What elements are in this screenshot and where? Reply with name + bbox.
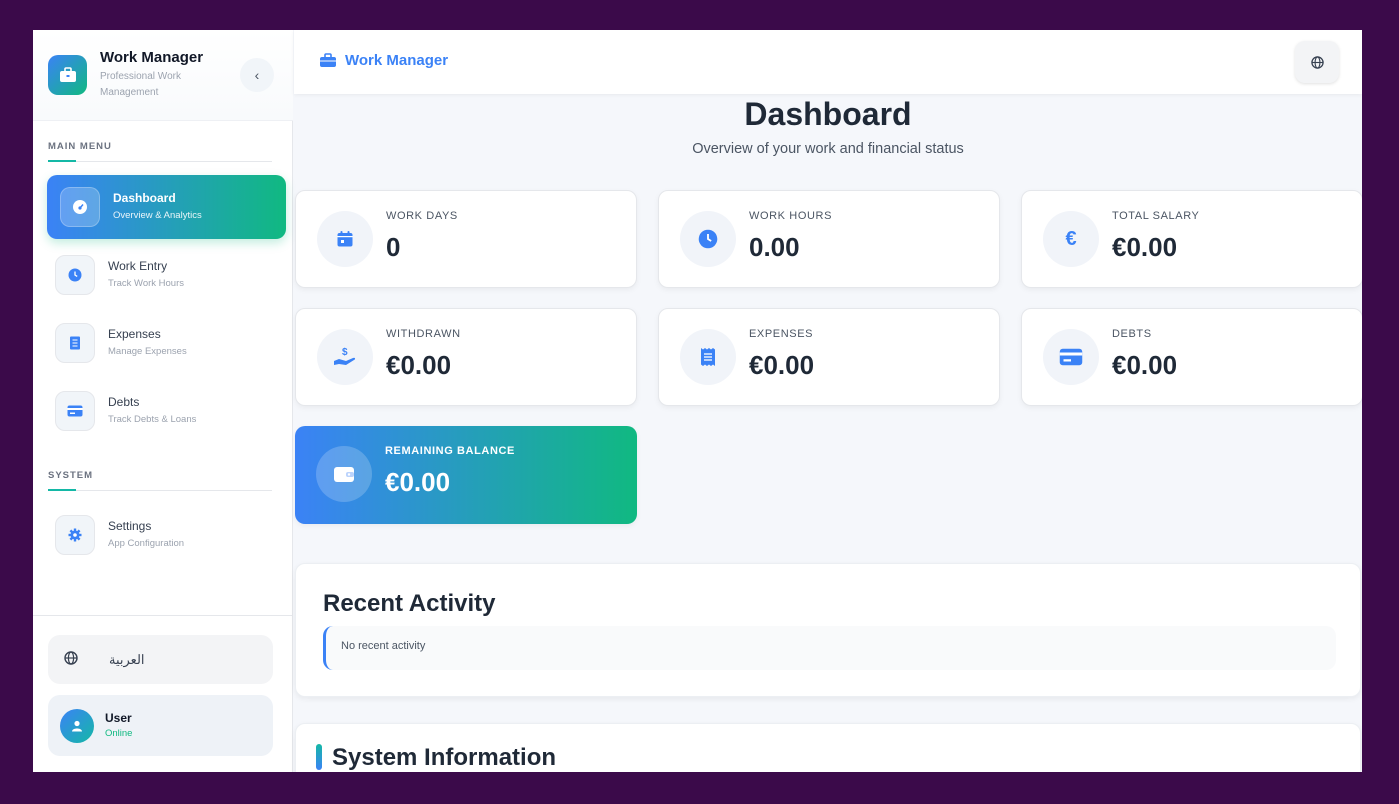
recent-activity-panel: Recent Activity No recent activity <box>295 563 1361 697</box>
stat-label: TOTAL SALARY <box>1112 210 1200 222</box>
language-toggle-button[interactable]: العربية <box>48 635 273 684</box>
credit-card-icon <box>55 391 95 431</box>
briefcase-icon <box>48 55 87 95</box>
system-information-panel: System Information <box>295 723 1361 772</box>
sidebar-item-dashboard[interactable]: Dashboard Overview & Analytics <box>47 175 286 239</box>
stat-value: €0.00 <box>386 350 452 380</box>
system-information-title: System Information <box>332 744 557 771</box>
stat-card-total-salary: € TOTAL SALARY €0.00 <box>1021 190 1362 288</box>
globe-icon <box>1310 55 1324 69</box>
avatar <box>60 709 94 743</box>
clock-icon <box>55 255 95 295</box>
language-label: العربية <box>109 652 145 667</box>
stat-label: REMAINING BALANCE <box>385 445 515 457</box>
sidebar-item-work-entry[interactable]: Work Entry Track Work Hours <box>47 243 286 307</box>
stat-card-debts: DEBTS €0.00 <box>1021 308 1362 406</box>
empty-activity-text: No recent activity <box>341 640 426 652</box>
stat-value: 0 <box>386 232 401 262</box>
sidebar-footer: العربية User Online <box>33 615 293 772</box>
user-profile[interactable]: User Online <box>48 695 273 756</box>
sidebar-item-label: Expenses <box>108 327 161 341</box>
brand-tagline: Professional Work Management <box>100 71 181 98</box>
sidebar-item-subtitle: Overview & Analytics <box>113 210 202 221</box>
user-icon <box>72 720 82 732</box>
receipt-icon <box>55 323 95 363</box>
stat-value: €0.00 <box>749 350 815 380</box>
page-subtitle: Overview of your work and financial stat… <box>692 141 964 157</box>
clock-icon <box>680 211 736 267</box>
gear-icon <box>55 515 95 555</box>
euro-icon: € <box>1043 211 1099 267</box>
sidebar-item-subtitle: Track Work Hours <box>108 278 185 289</box>
sidebar-item-subtitle: Track Debts & Loans <box>108 414 197 425</box>
sidebar-item-label: Work Entry <box>108 259 168 273</box>
activity-list: No recent activity <box>323 626 1336 670</box>
stat-label: WORK HOURS <box>749 210 832 222</box>
credit-card-icon <box>1043 329 1099 385</box>
wallet-icon <box>316 446 372 502</box>
stat-card-work-hours: WORK HOURS 0.00 <box>658 190 1000 288</box>
section-label-system: SYSTEM <box>48 470 94 481</box>
stat-card-work-days: WORK DAYS 0 <box>295 190 637 288</box>
app-window: Work Manager Professional Work Managemen… <box>33 30 1362 772</box>
section-divider <box>48 160 272 162</box>
sidebar-item-subtitle: App Configuration <box>108 538 185 549</box>
gauge-icon <box>60 187 100 227</box>
hand-dollar-icon: $ <box>317 329 373 385</box>
sidebar-item-expenses[interactable]: Expenses Manage Expenses <box>47 311 286 375</box>
header-title: Work Manager <box>345 52 449 69</box>
user-name: User <box>105 711 132 725</box>
sidebar-item-label: Dashboard <box>113 191 176 205</box>
sidebar-item-subtitle: Manage Expenses <box>108 346 187 357</box>
brand-title: Work Manager <box>100 49 204 66</box>
sidebar-item-label: Settings <box>108 519 152 533</box>
stat-value: 0.00 <box>749 232 800 262</box>
recent-activity-title: Recent Activity <box>323 590 496 617</box>
section-label-main-menu: MAIN MENU <box>48 141 112 152</box>
stat-card-expenses: EXPENSES €0.00 <box>658 308 1000 406</box>
top-bar: Work Manager <box>294 30 1362 94</box>
chevron-left-icon: ‹ <box>254 67 260 83</box>
globe-icon <box>64 651 78 670</box>
page-title: Dashboard <box>744 96 912 132</box>
stat-card-withdrawn: $ WITHDRAWN €0.00 <box>295 308 637 406</box>
receipt-icon <box>680 329 736 385</box>
section-divider <box>48 489 272 491</box>
stat-label: EXPENSES <box>749 328 814 340</box>
stat-label: DEBTS <box>1112 328 1152 340</box>
section-accent-bar <box>316 744 322 770</box>
sidebar-item-settings[interactable]: Settings App Configuration <box>47 503 286 567</box>
svg-text:$: $ <box>342 347 348 358</box>
stat-label: WORK DAYS <box>386 210 458 222</box>
stat-label: WITHDRAWN <box>386 328 461 340</box>
stat-card-remaining-balance: REMAINING BALANCE €0.00 <box>295 426 637 524</box>
language-button[interactable] <box>1295 41 1339 83</box>
sidebar: Work Manager Professional Work Managemen… <box>33 30 293 772</box>
header-brand[interactable]: Work Manager <box>319 52 448 69</box>
sidebar-brand: Work Manager Professional Work Managemen… <box>33 30 293 121</box>
sidebar-collapse-button[interactable]: ‹ <box>240 58 274 92</box>
stat-value: €0.00 <box>385 467 451 497</box>
user-status: Online <box>105 728 133 739</box>
stat-value: €0.00 <box>1112 350 1178 380</box>
stat-value: €0.00 <box>1112 232 1178 262</box>
sidebar-item-label: Debts <box>108 395 140 409</box>
sidebar-item-debts[interactable]: Debts Track Debts & Loans <box>47 379 286 443</box>
calendar-icon <box>317 211 373 267</box>
briefcase-icon <box>320 53 336 67</box>
